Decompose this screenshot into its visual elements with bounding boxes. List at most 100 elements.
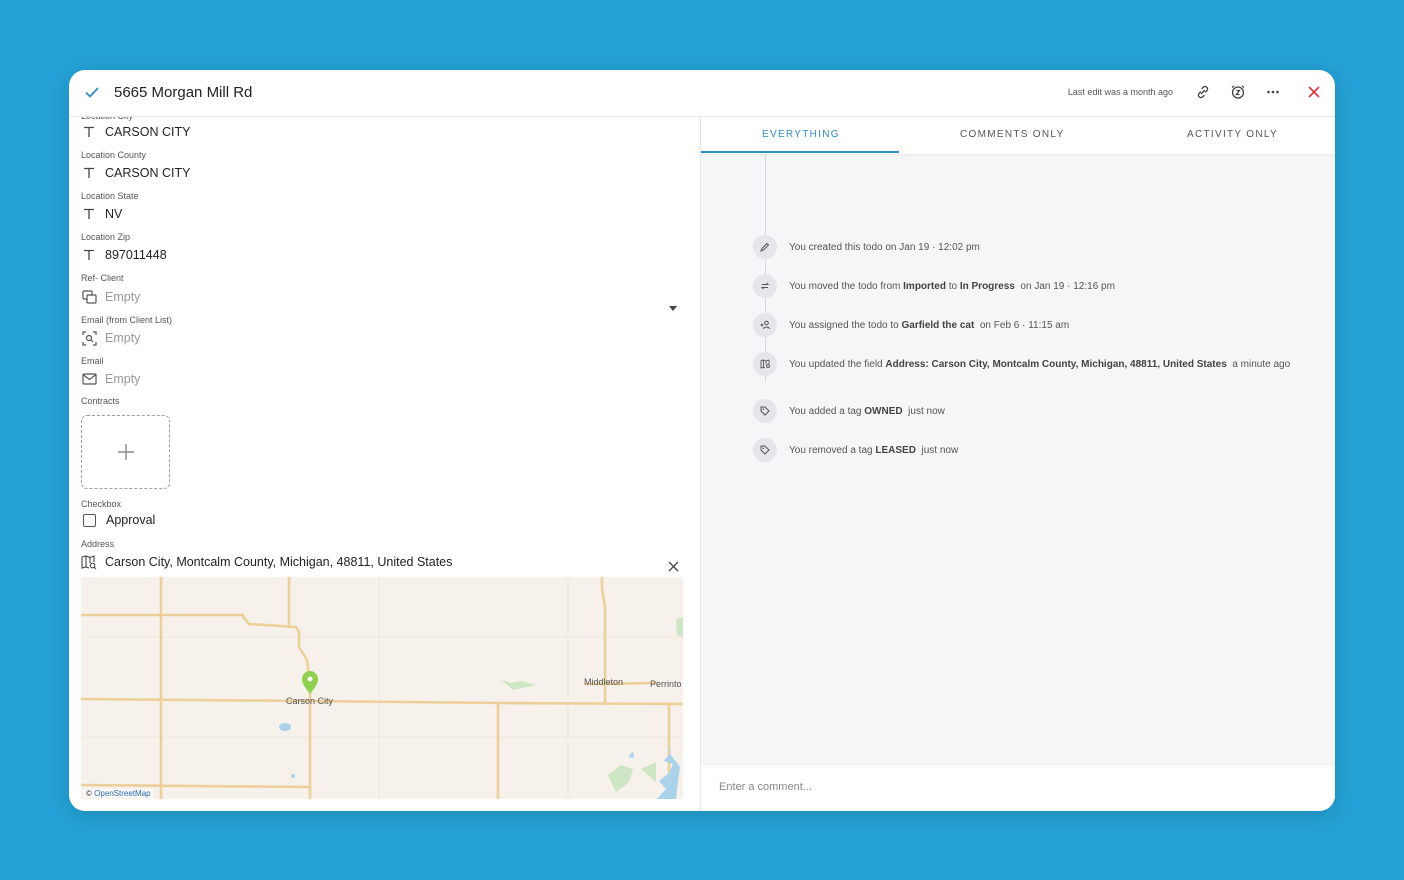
move-icon <box>753 274 777 298</box>
activity-post: just now <box>902 406 945 417</box>
activity-pane: EVERYTHING COMMENTS ONLY ACTIVITY ONLY Y… <box>700 117 1335 811</box>
field-label-email: Email <box>81 356 104 366</box>
activity-pre: You removed a tag <box>789 445 876 456</box>
reference-icon <box>81 289 97 305</box>
map-icon <box>753 352 777 376</box>
field-value-county: CARSON CITY <box>105 166 191 180</box>
todo-window: 5665 Morgan Mill Rd Last edit was a mont… <box>69 70 1335 811</box>
page-title[interactable]: 5665 Morgan Mill Rd <box>114 84 252 101</box>
activity-item: You moved the todo from Imported to In P… <box>753 274 1115 298</box>
map-canvas[interactable]: Carson City Middleton Perrinto <box>81 577 683 799</box>
activity-text: You assigned the todo to Garfield the ca… <box>789 319 1069 333</box>
address-map[interactable]: Carson City Middleton Perrinto © OpenStr… <box>81 577 683 799</box>
tag-icon <box>753 399 777 423</box>
text-type-icon <box>81 206 97 222</box>
activity-post: on Jan 19 · 12:16 pm <box>1014 281 1115 292</box>
map-attribution-symbol: © <box>86 789 92 798</box>
approval-checkbox[interactable] <box>83 513 96 527</box>
activity-from-status: Imported <box>903 281 946 292</box>
field-email[interactable]: Empty <box>81 371 140 387</box>
field-value-email: Empty <box>105 372 141 386</box>
assign-icon <box>753 313 777 337</box>
field-value-zip: 897011448 <box>105 248 167 262</box>
field-label-zip: Location Zip <box>81 232 131 242</box>
field-value-checkbox: Approval <box>106 513 156 527</box>
map-pin-icon[interactable] <box>302 671 318 694</box>
field-zip[interactable]: 897011448 <box>81 247 167 263</box>
map-attribution: © OpenStreetMap <box>84 789 153 798</box>
field-value-address: Carson City, Montcalm County, Michigan, … <box>105 555 453 569</box>
activity-text: You updated the field Address: Carson Ci… <box>789 358 1290 372</box>
text-type-icon <box>81 165 97 181</box>
active-tab-indicator <box>701 151 899 153</box>
activity-pre: You assigned the todo to <box>789 320 902 331</box>
activity-pre: You moved the todo from <box>789 281 904 292</box>
map-label-perrinton: Perrinto <box>650 679 682 689</box>
activity-text-0: You created this todo on Jan 19 · 12:02 … <box>789 242 980 253</box>
field-label-county: Location County <box>81 150 147 160</box>
activity-post: a minute ago <box>1226 359 1291 370</box>
field-value-state: NV <box>105 207 123 221</box>
activity-text: You created this todo on Jan 19 · 12:02 … <box>789 241 980 255</box>
chevron-down-icon[interactable] <box>669 298 677 316</box>
field-label-contracts: Contracts <box>81 396 120 406</box>
field-label-checkbox: Checkbox <box>81 499 122 509</box>
activity-pre: You updated the field <box>789 359 886 370</box>
mail-icon <box>81 371 97 387</box>
activity-tag: LEASED <box>875 445 916 456</box>
last-edit-text: Last edit was a month ago <box>1067 87 1173 97</box>
comment-input[interactable] <box>719 781 1299 793</box>
activity-assignee: Garfield the cat <box>901 320 975 331</box>
tab-everything[interactable]: EVERYTHING <box>762 129 840 140</box>
activity-post: on Feb 6 · 11:15 am <box>974 320 1070 331</box>
field-label-ref-client: Ref- Client <box>81 273 124 283</box>
alarm-icon[interactable] <box>1229 83 1247 101</box>
field-label-state: Location State <box>81 191 139 201</box>
tab-comments-only[interactable]: COMMENTS ONLY <box>960 129 1065 140</box>
activity-field-value: Address: Carson City, Montcalm County, M… <box>885 359 1227 370</box>
activity-text: You moved the todo from Imported to In P… <box>789 280 1115 294</box>
openstreetmap-link[interactable]: OpenStreetMap <box>94 789 150 798</box>
activity-pre: You added a tag <box>789 406 865 417</box>
field-label-address: Address <box>81 539 115 549</box>
activity-item: You created this todo on Jan 19 · 12:02 … <box>753 235 980 259</box>
field-state[interactable]: NV <box>81 206 122 222</box>
field-label-city: Location City <box>81 117 133 121</box>
field-city[interactable]: CARSON CITY <box>81 124 190 140</box>
lookup-icon <box>81 330 97 346</box>
more-icon[interactable] <box>1264 83 1282 101</box>
field-value-email-client: Empty <box>105 331 141 345</box>
plus-icon <box>117 444 134 460</box>
field-ref-client[interactable]: Empty <box>81 289 140 305</box>
field-value-city: CARSON CITY <box>105 125 191 139</box>
activity-to-status: In Progress <box>959 281 1015 292</box>
clear-address-icon[interactable] <box>668 559 679 577</box>
field-checkbox[interactable]: Approval <box>81 513 155 527</box>
tab-activity-only[interactable]: ACTIVITY ONLY <box>1187 129 1278 140</box>
map-label-carson-city: Carson City <box>286 696 334 706</box>
text-type-icon <box>81 124 97 140</box>
activity-mid: to <box>945 281 960 292</box>
activity-tag: OWNED <box>864 406 903 417</box>
field-label-email-client: Email (from Client List) <box>81 315 173 325</box>
header: 5665 Morgan Mill Rd Last edit was a mont… <box>69 70 1335 117</box>
contracts-upload-button[interactable] <box>81 415 170 489</box>
close-icon[interactable] <box>1305 83 1323 101</box>
check-icon[interactable] <box>83 83 101 101</box>
map-icon <box>81 554 97 570</box>
activity-item: You updated the field Address: Carson Ci… <box>753 352 1290 376</box>
comment-box <box>701 764 1335 811</box>
timeline-line <box>765 154 766 382</box>
activity-post: just now <box>915 445 959 456</box>
activity-tabs: EVERYTHING COMMENTS ONLY ACTIVITY ONLY <box>701 117 1335 154</box>
activity-text: You added a tag OWNED just now <box>789 405 945 419</box>
activity-item: You removed a tag LEASED just now <box>753 438 958 462</box>
field-email-client[interactable]: Empty <box>81 330 140 346</box>
field-address[interactable]: Carson City, Montcalm County, Michigan, … <box>81 554 452 570</box>
activity-item: You assigned the todo to Garfield the ca… <box>753 313 1069 337</box>
field-value-ref-client: Empty <box>105 290 141 304</box>
text-type-icon <box>81 247 97 263</box>
link-icon[interactable] <box>1194 83 1212 101</box>
field-county[interactable]: CARSON CITY <box>81 165 190 181</box>
tag-icon <box>753 438 777 462</box>
